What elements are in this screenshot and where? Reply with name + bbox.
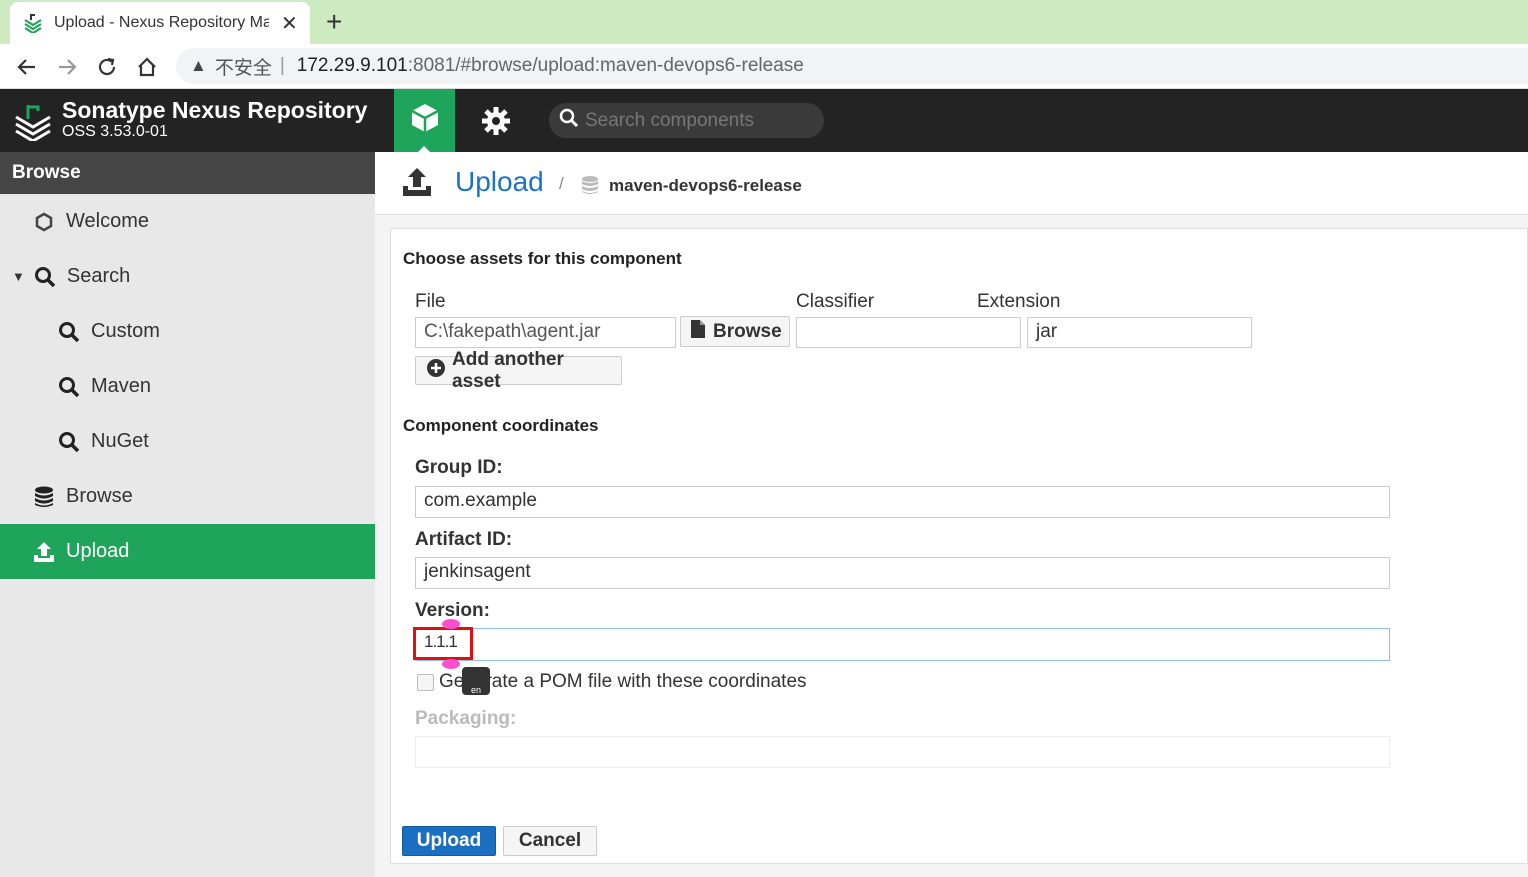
selection-handle-top[interactable] (442, 619, 460, 629)
sidebar-item-label: Upload (66, 540, 130, 562)
nexus-header: Sonatype Nexus Repository OSS 3.53.0-01 (0, 89, 1528, 152)
cube-icon (409, 102, 441, 139)
forward-icon[interactable] (52, 52, 82, 82)
file-icon (691, 319, 705, 344)
search-icon (559, 108, 579, 133)
version-highlight-box (413, 627, 473, 660)
database-icon (32, 485, 56, 509)
search-components-input[interactable] (585, 109, 815, 132)
artifact-id-label: Artifact ID: (415, 529, 513, 550)
app-title: Sonatype Nexus Repository (62, 97, 368, 123)
sidebar-item-welcome[interactable]: Welcome (0, 194, 375, 249)
classifier-field[interactable] (796, 317, 1021, 348)
back-icon[interactable] (12, 52, 42, 82)
add-another-asset-button[interactable]: Add another asset (415, 349, 622, 392)
sidebar-item-label: Search (66, 265, 131, 287)
url-host: 172.29.9.101 (296, 55, 408, 76)
extension-field[interactable]: jar (1027, 317, 1252, 348)
nexus-logo-icon (14, 101, 52, 146)
breadcrumb: Upload / maven-devops6-release (375, 152, 1528, 215)
caret-down-icon[interactable]: ▼ (12, 269, 25, 284)
extension-column-label: Extension (977, 291, 1061, 312)
packaging-label: Packaging: (415, 708, 517, 729)
url-path: :8081/#browse/upload:maven-devops6-relea… (407, 55, 804, 76)
add-asset-label: Add another asset (452, 348, 564, 392)
upload-button[interactable]: Upload (402, 826, 496, 856)
plus-circle-icon (426, 358, 446, 384)
url-separator: | (279, 55, 285, 76)
sidebar-item-nuget[interactable]: NuGet (0, 414, 375, 469)
main-content: Upload / maven-devops6-release Choose as… (375, 152, 1528, 877)
search-icon (57, 320, 81, 344)
coordinates-section-title: Component coordinates (403, 416, 599, 435)
sidebar-item-label: Welcome (66, 210, 149, 232)
file-path-field[interactable]: C:\fakepath\agent.jar (415, 317, 676, 348)
search-icon (33, 265, 57, 289)
security-label: 不安全 (214, 57, 272, 79)
home-icon[interactable] (132, 52, 162, 82)
file-column-label: File (415, 291, 446, 312)
search-icon (57, 375, 81, 399)
new-tab-icon[interactable]: + (326, 6, 342, 38)
sidebar-heading: Browse (0, 152, 375, 194)
group-id-label: Group ID: (415, 457, 503, 478)
input-method-icon[interactable]: en (462, 667, 490, 695)
browser-address-bar: ▲ 不安全 | 172.29.9.101 :8081/#browse/uploa… (0, 44, 1528, 89)
sidebar-item-label: Custom (91, 320, 160, 342)
sidebar-item-search[interactable]: ▼ Search (0, 249, 375, 304)
version-field[interactable]: 1.1.1 (415, 628, 1390, 661)
nexus-favicon-icon (22, 12, 44, 34)
sidebar: Browse Welcome ▼ Search Custom Maven NuG… (0, 152, 375, 877)
breadcrumb-repository: maven-devops6-release (609, 176, 802, 195)
breadcrumb-upload-link[interactable]: Upload (455, 166, 544, 198)
generate-pom-label[interactable]: Generate a POM file with these coordinat… (439, 671, 807, 693)
app-version: OSS 3.53.0-01 (62, 123, 168, 140)
selection-handle-bottom[interactable] (442, 659, 460, 669)
generate-pom-checkbox[interactable] (417, 674, 434, 691)
browser-tab[interactable]: Upload - Nexus Repository Manager ✕ (10, 2, 310, 44)
browse-file-button[interactable]: Browse (680, 316, 790, 347)
warning-icon[interactable]: ▲ (190, 56, 207, 76)
sidebar-item-maven[interactable]: Maven (0, 359, 375, 414)
upload-icon (32, 540, 56, 564)
hexagon-icon (32, 210, 56, 234)
database-icon (581, 175, 599, 200)
search-icon (57, 430, 81, 454)
sidebar-item-label: NuGet (91, 430, 149, 452)
classifier-column-label: Classifier (796, 291, 875, 312)
url-field[interactable]: ▲ 不安全 | 172.29.9.101 :8081/#browse/uploa… (176, 48, 1528, 84)
sidebar-item-browse[interactable]: Browse (0, 469, 375, 524)
sidebar-item-custom[interactable]: Custom (0, 304, 375, 359)
artifact-id-field[interactable]: jenkinsagent (415, 557, 1390, 589)
browse-mode-button[interactable] (394, 89, 455, 152)
packaging-field[interactable] (415, 736, 1390, 768)
sidebar-item-label: Maven (91, 375, 152, 397)
browser-tab-bar: Upload - Nexus Repository Manager ✕ + (0, 0, 1528, 44)
sidebar-item-label: Browse (66, 485, 133, 507)
breadcrumb-separator: / (559, 174, 564, 193)
assets-section-title: Choose assets for this component (403, 249, 682, 268)
reload-icon[interactable] (92, 52, 122, 82)
close-tab-icon[interactable]: ✕ (281, 11, 298, 36)
browse-button-label: Browse (713, 320, 782, 342)
cancel-button[interactable]: Cancel (503, 826, 597, 856)
upload-icon (402, 167, 432, 202)
sidebar-item-upload[interactable]: Upload (0, 524, 375, 579)
upload-form-panel: Choose assets for this component File Cl… (390, 228, 1528, 864)
search-components-box[interactable] (549, 103, 824, 138)
group-id-field[interactable]: com.example (415, 486, 1390, 518)
settings-gear-icon[interactable] (478, 103, 514, 139)
browser-tab-title: Upload - Nexus Repository Manager (54, 14, 269, 31)
